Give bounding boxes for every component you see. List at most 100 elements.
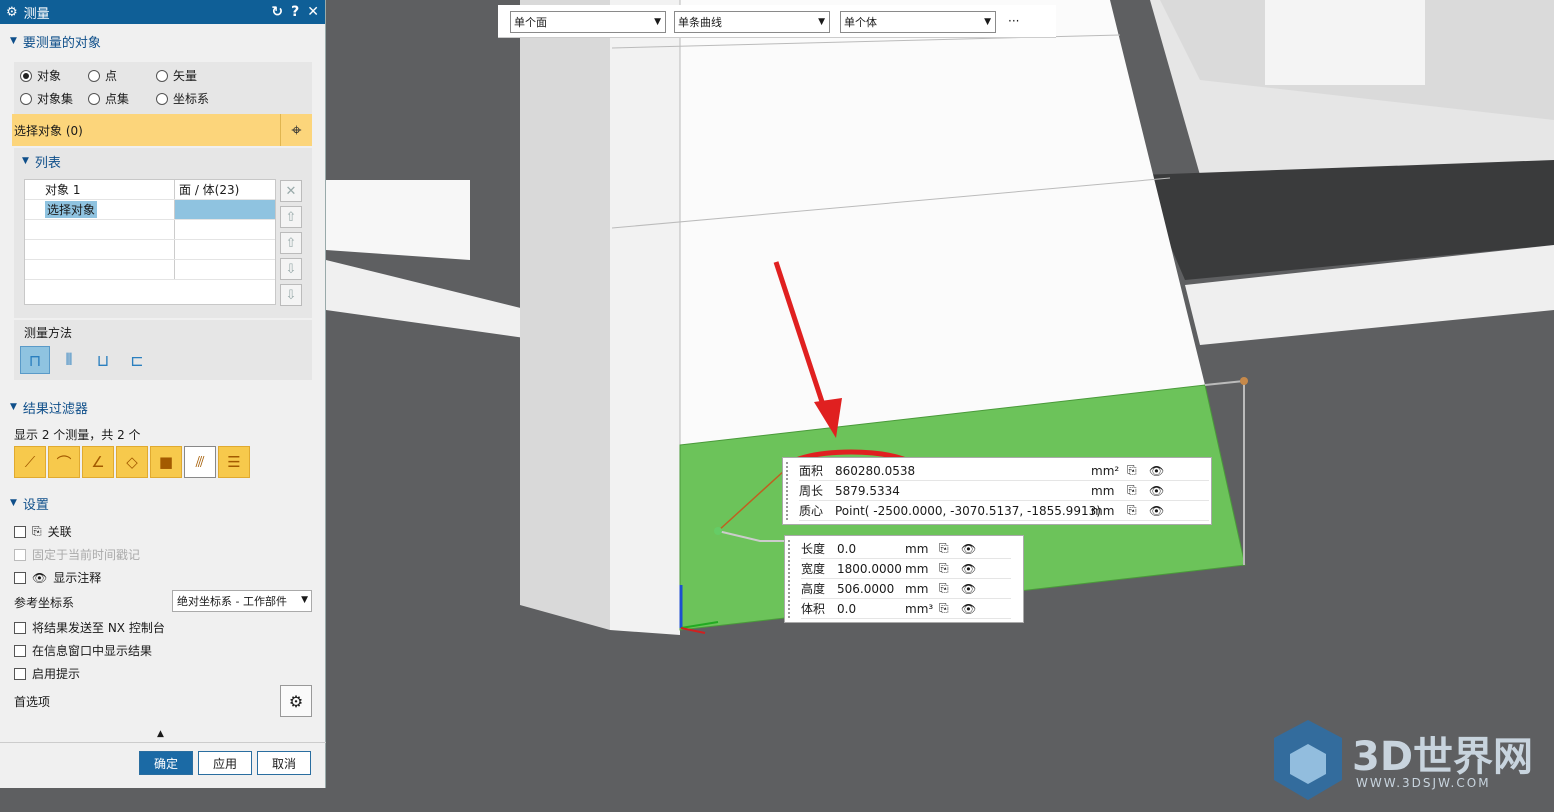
row-value: Point( -2500.0000, -3070.5137, -1855.991… bbox=[835, 503, 1101, 518]
send-nx-checkbox[interactable]: 将结果发送至 NX 控制台 bbox=[14, 619, 165, 636]
fix-time-checkbox[interactable]: 固定于当前时间戳记 bbox=[14, 546, 140, 563]
radio-object[interactable]: 对象 bbox=[20, 67, 61, 84]
copy-icon[interactable]: ⎘ bbox=[1127, 483, 1137, 498]
method-projected-icon[interactable]: ⫴ bbox=[54, 346, 84, 374]
row-label: 质心 bbox=[799, 504, 824, 518]
method-distance-icon[interactable]: ⊓ bbox=[20, 346, 50, 374]
reset-button[interactable]: ↻ bbox=[271, 4, 283, 20]
ok-button[interactable]: 确定 bbox=[139, 751, 193, 775]
show-eye-icon[interactable]: 👁 bbox=[961, 582, 976, 596]
show-eye-icon[interactable]: 👁 bbox=[961, 562, 976, 576]
row-unit: mm³ bbox=[905, 601, 934, 616]
enable-tip-checkbox[interactable]: 启用提示 bbox=[14, 665, 80, 682]
collapse-up-icon[interactable]: ▲ bbox=[157, 729, 164, 739]
copy-icon[interactable]: ⎘ bbox=[939, 601, 949, 616]
assoc-checkbox[interactable]: ⎘ 关联 bbox=[14, 523, 72, 540]
copy-icon[interactable]: ⎘ bbox=[1127, 463, 1137, 478]
result-row-volume: 体积 0.0 mm³ ⎘ 👁 bbox=[801, 599, 1011, 619]
filter-body-icon[interactable]: ■ bbox=[150, 446, 182, 478]
filter-face-icon[interactable]: ◇ bbox=[116, 446, 148, 478]
section-filter-header[interactable]: ▼ 结果过滤器 bbox=[0, 396, 88, 418]
show-info-checkbox[interactable]: 在信息窗口中显示结果 bbox=[14, 642, 152, 659]
cell-object: 对象 1 bbox=[25, 180, 175, 199]
curve-filter-select[interactable]: 单条曲线 ▼ bbox=[674, 11, 830, 33]
result-row-centroid: 质心 Point( -2500.0000, -3070.5137, -1855.9… bbox=[799, 501, 1209, 521]
apply-button[interactable]: 应用 bbox=[198, 751, 252, 775]
filter-distance-icon[interactable]: ⟋ bbox=[14, 446, 46, 478]
section-title: 设置 bbox=[22, 497, 49, 513]
watermark-brand: 3D世界网 bbox=[1352, 734, 1534, 780]
show-eye-icon[interactable]: 👁 bbox=[1149, 504, 1164, 518]
close-button[interactable]: ✕ bbox=[307, 4, 319, 20]
row-label: 高度 bbox=[801, 582, 826, 596]
cube-logo-icon bbox=[1274, 720, 1342, 800]
row-value: 1800.0000 bbox=[837, 561, 902, 576]
result-row-perimeter: 周长 5879.5334 mm ⎘ 👁 bbox=[799, 481, 1209, 501]
row-label: 面积 bbox=[799, 464, 824, 478]
move-bottom-icon[interactable]: ⇩ bbox=[280, 284, 302, 306]
table-row[interactable]: 对象 1 面 / 体(23) bbox=[25, 180, 275, 200]
collapse-arrow-icon: ▼ bbox=[10, 36, 17, 46]
show-eye-icon[interactable]: 👁 bbox=[961, 542, 976, 556]
copy-icon[interactable]: ⎘ bbox=[939, 541, 949, 556]
move-top-icon[interactable]: ⇧ bbox=[280, 206, 302, 228]
table-row-selected[interactable]: 选择对象 bbox=[25, 200, 275, 220]
row-label: 周长 bbox=[799, 484, 824, 498]
copy-icon[interactable]: ⎘ bbox=[1127, 503, 1137, 518]
radio-dot bbox=[20, 69, 32, 82]
drag-grip[interactable] bbox=[786, 462, 792, 520]
section-objects-header[interactable]: ▼ 要测量的对象 bbox=[0, 30, 101, 52]
body-filter-select[interactable]: 单个体 ▼ bbox=[840, 11, 996, 33]
filter-misc-icon[interactable]: ⫻ bbox=[184, 446, 216, 478]
chevron-down-icon: ▼ bbox=[301, 595, 308, 605]
radio-object-set[interactable]: 对象集 bbox=[20, 90, 73, 107]
ref-cs-select[interactable]: 绝对坐标系 - 工作部件 ▼ bbox=[172, 590, 312, 612]
filter-list-icon[interactable]: ☰ bbox=[218, 446, 250, 478]
method-length-icon[interactable]: ⊏ bbox=[122, 346, 152, 374]
table-row-empty bbox=[25, 260, 275, 280]
dialog-title: 测量 bbox=[23, 6, 50, 22]
row-value: 0.0 bbox=[837, 601, 857, 616]
result-row-length: 长度 0.0 mm ⎘ 👁 bbox=[801, 539, 1011, 559]
copy-icon[interactable]: ⎘ bbox=[939, 581, 949, 596]
crosshair-icon[interactable]: ⌖ bbox=[280, 114, 312, 146]
more-options-button[interactable]: ··· bbox=[1008, 14, 1019, 28]
cancel-button[interactable]: 取消 bbox=[257, 751, 311, 775]
remove-icon[interactable]: ✕ bbox=[280, 180, 302, 202]
move-up-icon[interactable]: ⇧ bbox=[280, 232, 302, 254]
radio-vector[interactable]: 矢量 bbox=[156, 67, 197, 84]
list-header[interactable]: ▼ 列表 bbox=[12, 150, 61, 172]
row-value: 0.0 bbox=[837, 541, 857, 556]
select-object-label: 选择对象 (0) bbox=[14, 123, 83, 138]
watermark-url: WWW.3DSJW.COM bbox=[1356, 776, 1491, 790]
curve-filter-value: 单条曲线 bbox=[678, 16, 722, 29]
face-filter-select[interactable]: 单个面 ▼ bbox=[510, 11, 666, 33]
filter-angle-icon[interactable]: ∠ bbox=[82, 446, 114, 478]
method-screen-icon[interactable]: ⊔ bbox=[88, 346, 118, 374]
move-down-icon[interactable]: ⇩ bbox=[280, 258, 302, 280]
assoc-icon: ⎘ bbox=[32, 524, 42, 538]
section-settings-header[interactable]: ▼ 设置 bbox=[0, 492, 49, 514]
show-note-checkbox[interactable]: 👁 显示注释 bbox=[14, 569, 101, 586]
show-eye-icon[interactable]: 👁 bbox=[961, 602, 976, 616]
checkbox-box bbox=[14, 525, 26, 538]
row-unit: mm bbox=[1091, 483, 1115, 498]
cell-object: 选择对象 bbox=[45, 201, 98, 218]
prefs-settings-icon[interactable]: ⚙ bbox=[280, 685, 312, 717]
help-button[interactable]: ? bbox=[291, 4, 299, 20]
radio-point[interactable]: 点 bbox=[88, 67, 117, 84]
dialog-title-bar[interactable]: ⚙ 测量 ↻ ? ✕ bbox=[0, 0, 325, 24]
row-value: 860280.0538 bbox=[835, 463, 916, 478]
chevron-down-icon: ▼ bbox=[818, 17, 825, 27]
checkbox-label: 固定于当前时间戳记 bbox=[32, 548, 141, 562]
filter-curve-icon[interactable]: ⌒ bbox=[48, 446, 80, 478]
radio-point-set[interactable]: 点集 bbox=[88, 90, 129, 107]
radio-csys[interactable]: 坐标系 bbox=[156, 90, 209, 107]
drag-grip[interactable] bbox=[788, 540, 794, 618]
show-eye-icon[interactable]: 👁 bbox=[1149, 464, 1164, 478]
copy-icon[interactable]: ⎘ bbox=[939, 561, 949, 576]
checkbox-box bbox=[14, 621, 26, 634]
row-label: 长度 bbox=[801, 542, 826, 556]
select-object-bar[interactable]: 选择对象 (0) ⌖ bbox=[12, 114, 312, 146]
show-eye-icon[interactable]: 👁 bbox=[1149, 484, 1164, 498]
